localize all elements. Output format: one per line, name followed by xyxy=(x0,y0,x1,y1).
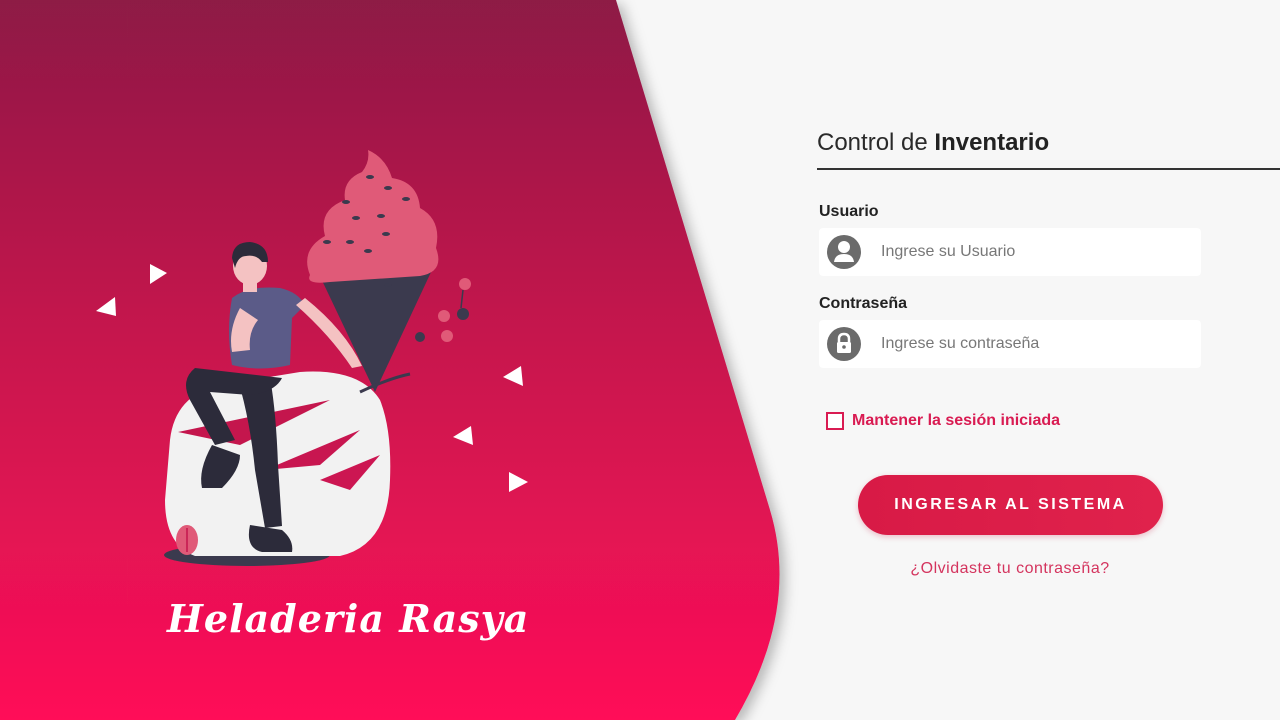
icecream-scoop xyxy=(307,150,439,283)
icecream-cone xyxy=(318,270,432,392)
cherry-decoration xyxy=(438,310,450,322)
ground-shadow xyxy=(164,544,330,566)
remember-label: Mantener la sesión iniciada xyxy=(852,412,1061,429)
lock-icon xyxy=(827,327,861,361)
username-field[interactable] xyxy=(819,228,1201,276)
person-figure xyxy=(186,242,362,552)
triangle-decoration xyxy=(509,472,528,492)
plant-leaf xyxy=(176,525,198,555)
cherry-decoration xyxy=(457,308,469,320)
brand-title: Heladeria Rasya xyxy=(167,596,530,641)
triangle-decoration xyxy=(96,297,116,316)
password-field[interactable] xyxy=(819,320,1201,368)
password-input[interactable] xyxy=(879,334,1183,354)
password-label: Contraseña xyxy=(819,295,908,312)
triangle-decoration xyxy=(503,366,523,386)
heading-light: Control de xyxy=(817,129,935,156)
cherry-decoration xyxy=(415,332,425,342)
cherry-decoration xyxy=(441,330,453,342)
form-heading: Control de Inventario xyxy=(817,118,1280,170)
username-input[interactable] xyxy=(879,242,1183,262)
login-button[interactable]: INGRESAR AL SISTEMA xyxy=(858,475,1163,535)
rock-crack xyxy=(178,400,330,445)
username-label: Usuario xyxy=(819,203,879,220)
user-icon xyxy=(827,235,861,269)
cherry-decoration xyxy=(459,278,471,290)
forgot-password-link[interactable]: ¿Olvidaste tu contraseña? xyxy=(817,560,1203,578)
heading-bold: Inventario xyxy=(934,129,1050,156)
login-page: Heladeria Rasya Control de Inventario Us… xyxy=(0,0,1280,720)
triangle-decoration xyxy=(150,264,167,284)
rock-crack xyxy=(320,455,380,490)
remember-checkbox[interactable] xyxy=(826,412,844,430)
rock-shape xyxy=(165,371,391,556)
triangle-decoration xyxy=(453,426,473,445)
rock-crack xyxy=(265,430,360,470)
remember-session[interactable]: Mantener la sesión iniciada xyxy=(826,412,1060,430)
login-form: Control de Inventario Usuario Contraseña xyxy=(817,118,1280,577)
